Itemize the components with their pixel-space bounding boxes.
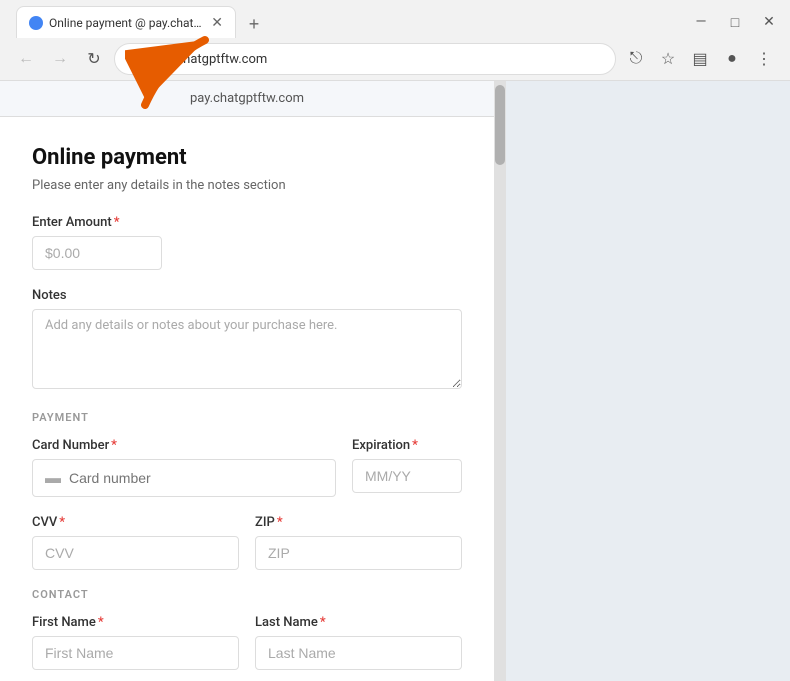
card-number-input[interactable] xyxy=(69,470,323,486)
page-wrapper: pay.chatgptftw.com GPT Online payment Pl… xyxy=(0,81,790,681)
page-background: pay.chatgptftw.com GPT Online payment Pl… xyxy=(0,81,494,681)
expiry-required: * xyxy=(412,438,418,453)
page-title: Online payment xyxy=(32,145,462,170)
amount-required: * xyxy=(114,215,120,230)
lock-icon: 🔒 xyxy=(129,52,145,67)
menu-button[interactable]: ⋮ xyxy=(750,45,778,73)
page-subtitle: Please enter any details in the notes se… xyxy=(32,178,462,193)
zip-input[interactable] xyxy=(255,536,462,570)
zip-required: * xyxy=(277,515,283,530)
title-bar: Online payment @ pay.chatgptf... ✕ + — □… xyxy=(0,0,790,38)
active-tab[interactable]: Online payment @ pay.chatgptf... ✕ xyxy=(16,6,236,38)
card-number-label: Card Number* xyxy=(32,438,336,453)
last-name-input[interactable] xyxy=(255,636,462,670)
card-number-group: Card Number* ▬ xyxy=(32,438,336,497)
nav-actions: ⎋ ☆ ▤ ● ⋮ xyxy=(622,45,778,73)
nav-bar: ← → ↻ 🔒 pay.chatgptftw.com ⎋ ☆ ▤ ● ⋮ xyxy=(0,38,790,80)
window-controls: — □ ✕ xyxy=(688,9,782,35)
back-button[interactable]: ← xyxy=(12,45,40,73)
name-row: First Name* Last Name* xyxy=(32,615,462,670)
site-header: pay.chatgptftw.com xyxy=(0,81,494,117)
contact-section-label: CONTACT xyxy=(32,588,462,601)
scrollbar-track[interactable] xyxy=(494,81,506,681)
profile-button[interactable]: ● xyxy=(718,45,746,73)
notes-textarea[interactable] xyxy=(32,309,462,389)
card-input-wrapper[interactable]: ▬ xyxy=(32,459,336,497)
notes-group: Notes xyxy=(32,288,462,393)
card-expiry-row: Card Number* ▬ Expiration* xyxy=(32,438,462,497)
reader-view-button[interactable]: ▤ xyxy=(686,45,714,73)
form-container: Online payment Please enter any details … xyxy=(0,117,494,681)
first-name-label: First Name* xyxy=(32,615,239,630)
cvv-group: CVV* xyxy=(32,515,239,570)
scrollbar-thumb[interactable] xyxy=(495,85,505,165)
notes-label: Notes xyxy=(32,288,462,303)
cvv-input[interactable] xyxy=(32,536,239,570)
share-button[interactable]: ⎋ xyxy=(622,45,650,73)
site-domain: pay.chatgptftw.com xyxy=(190,91,304,106)
address-bar[interactable]: 🔒 pay.chatgptftw.com xyxy=(114,43,616,75)
expiration-group: Expiration* xyxy=(352,438,462,497)
expiration-input[interactable] xyxy=(352,459,462,493)
zip-label: ZIP* xyxy=(255,515,462,530)
card-icon: ▬ xyxy=(45,468,61,488)
tab-favicon xyxy=(29,16,43,30)
forward-button[interactable]: → xyxy=(46,45,74,73)
first-name-required: * xyxy=(98,615,104,630)
card-required: * xyxy=(111,438,117,453)
first-name-input[interactable] xyxy=(32,636,239,670)
zip-group: ZIP* xyxy=(255,515,462,570)
tab-title: Online payment @ pay.chatgptf... xyxy=(49,16,205,30)
tab-close-button[interactable]: ✕ xyxy=(211,15,223,31)
browser-window: Online payment @ pay.chatgptf... ✕ + — □… xyxy=(0,0,790,681)
first-name-group: First Name* xyxy=(32,615,239,670)
url-text: pay.chatgptftw.com xyxy=(153,52,601,67)
tab-bar: Online payment @ pay.chatgptf... ✕ + xyxy=(8,6,276,38)
last-name-group: Last Name* xyxy=(255,615,462,670)
cvv-label: CVV* xyxy=(32,515,239,530)
amount-label: Enter Amount* xyxy=(32,215,462,230)
cvv-zip-row: CVV* ZIP* xyxy=(32,515,462,570)
close-button[interactable]: ✕ xyxy=(756,9,782,35)
bookmark-button[interactable]: ☆ xyxy=(654,45,682,73)
expiration-label: Expiration* xyxy=(352,438,462,453)
cvv-required: * xyxy=(59,515,65,530)
browser-chrome: Online payment @ pay.chatgptf... ✕ + — □… xyxy=(0,0,790,81)
minimize-button[interactable]: — xyxy=(688,9,714,35)
last-name-label: Last Name* xyxy=(255,615,462,630)
amount-group: Enter Amount* xyxy=(32,215,462,270)
last-name-required: * xyxy=(320,615,326,630)
payment-section-label: PAYMENT xyxy=(32,411,462,424)
amount-input[interactable] xyxy=(32,236,162,270)
new-tab-button[interactable]: + xyxy=(240,10,268,38)
reload-button[interactable]: ↻ xyxy=(80,45,108,73)
maximize-button[interactable]: □ xyxy=(722,9,748,35)
